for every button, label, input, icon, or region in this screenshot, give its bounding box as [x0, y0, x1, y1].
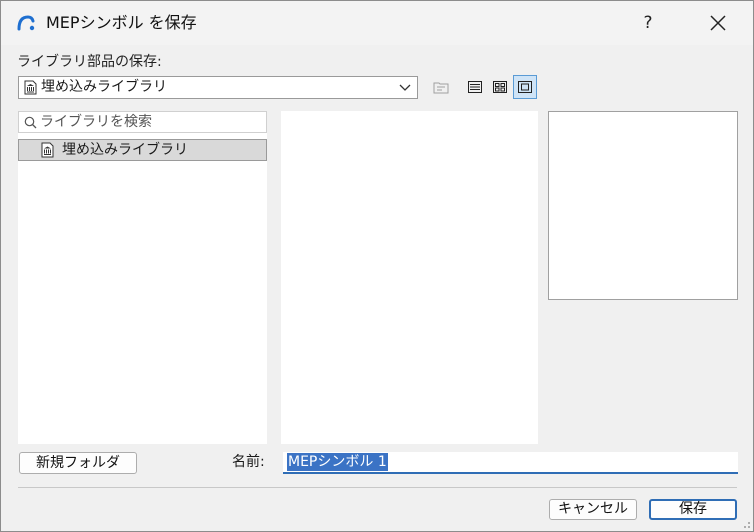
name-input[interactable]: MEPシンボル 1 — [283, 452, 738, 474]
library-search-box[interactable] — [18, 111, 267, 133]
library-search-input[interactable] — [40, 113, 264, 131]
grid-view-icon — [493, 81, 507, 93]
title-bar[interactable]: MEPシンボル を保存 ? — [1, 1, 753, 45]
folder-contents-pane[interactable] — [281, 111, 538, 444]
library-section-label: ライブラリ部品の保存: — [17, 54, 162, 70]
preview-view-button[interactable] — [513, 75, 537, 99]
resize-grip-icon[interactable] — [741, 519, 751, 529]
grid-view-button[interactable] — [488, 75, 512, 99]
new-folder-button[interactable]: 新規フォルダ — [19, 452, 137, 474]
tree-item-label: 埋め込みライブラリ — [62, 142, 188, 158]
footer-separator — [18, 487, 737, 488]
tree-item-embedded-library[interactable]: 埋め込みライブラリ — [18, 139, 267, 161]
list-view-button[interactable] — [463, 75, 487, 99]
library-tree-pane: 埋め込みライブラリ — [18, 111, 267, 444]
library-select[interactable]: 埋め込みライブラリ — [18, 76, 418, 99]
list-view-icon — [468, 81, 482, 93]
preview-view-icon — [518, 81, 532, 93]
library-icon — [24, 80, 37, 95]
name-input-value: MEPシンボル 1 — [287, 453, 388, 471]
save-button[interactable]: 保存 — [649, 499, 737, 520]
close-button[interactable] — [701, 9, 735, 37]
new-folder-icon — [433, 82, 449, 94]
name-label: 名前: — [232, 454, 265, 470]
help-icon: ? — [643, 13, 653, 33]
help-button[interactable]: ? — [631, 9, 665, 37]
library-icon — [41, 142, 54, 158]
library-select-value: 埋め込みライブラリ — [41, 79, 167, 95]
window-title: MEPシンボル を保存 — [46, 13, 197, 32]
archicad-logo-icon — [17, 15, 35, 31]
save-dialog: MEPシンボル を保存 ? ライブラリ部品の保存: 埋め込みライブラリ ライブラ… — [0, 0, 754, 532]
cancel-button[interactable]: キャンセル — [549, 499, 637, 520]
search-icon — [24, 116, 37, 129]
preview-pane — [548, 111, 738, 300]
chevron-down-icon — [399, 84, 411, 91]
close-icon — [710, 15, 726, 31]
new-folder-tool-button[interactable] — [429, 75, 453, 99]
